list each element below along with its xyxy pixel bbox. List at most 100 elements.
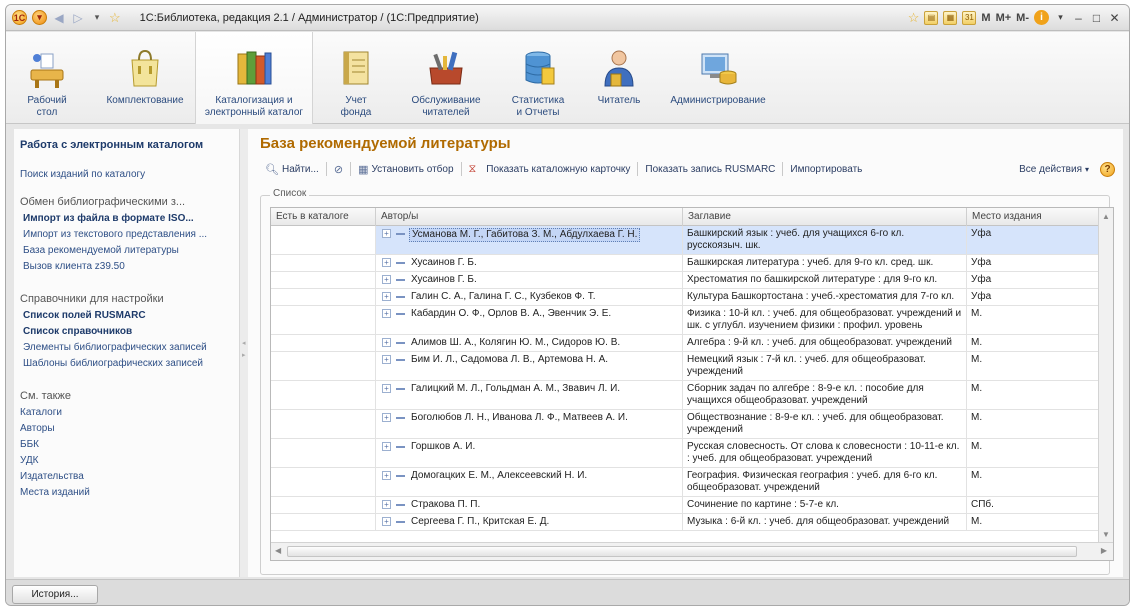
table-row[interactable]: + Кабардин О. Ф., Орлов В. А., Эвенчик Э.… — [271, 306, 1099, 335]
cell-title[interactable]: Сборник задач по алгебре : 8-9-е кл. : п… — [683, 381, 967, 409]
calendar-icon[interactable]: 31 — [962, 10, 977, 25]
nav-link-publishers[interactable]: Издательства — [14, 469, 228, 485]
cell-in-catalog[interactable] — [271, 468, 376, 496]
memory-minus-button[interactable]: M- — [1016, 12, 1029, 24]
cell-place[interactable]: М. — [967, 306, 1099, 334]
show-rusmarc-button[interactable]: Показать запись RUSMARC — [640, 164, 780, 175]
cell-in-catalog[interactable] — [271, 439, 376, 467]
favorites-star-icon[interactable]: ☆ — [109, 10, 121, 26]
cell-authors[interactable]: + Боголюбов Л. Н., Иванова Л. Ф., Матвеев… — [376, 410, 683, 438]
nav-link-udk[interactable]: УДК — [14, 453, 228, 469]
help-icon[interactable]: ? — [1100, 161, 1115, 177]
cell-place[interactable]: М. — [967, 352, 1099, 380]
cell-place[interactable]: СПб. — [967, 497, 1099, 513]
history-dropdown-icon[interactable]: ▾ — [90, 12, 104, 23]
table-row[interactable]: + Сергеева Г. П., Критская Е. Д. Музыка : … — [271, 514, 1099, 531]
scroll-up-arrow-icon[interactable]: ▲ — [1102, 212, 1110, 221]
cell-place[interactable]: Уфа — [967, 255, 1099, 271]
back-arrow-icon[interactable]: ◀ — [52, 11, 66, 25]
expand-icon[interactable]: + — [382, 292, 391, 301]
all-actions-button[interactable]: Все действия ▾ — [1014, 164, 1094, 175]
cell-title[interactable]: Физика : 10-й кл. : учеб. для общеобразо… — [683, 306, 967, 334]
cell-title[interactable]: Сочинение по картине : 5-7-е кл. — [683, 497, 967, 513]
minimize-icon[interactable]: – — [1072, 11, 1085, 25]
memory-plus-button[interactable]: M+ — [996, 12, 1012, 24]
set-filter-button[interactable]: ▦ Установить отбор — [353, 163, 458, 176]
table-row[interactable]: + Горшков А. И. Русская словесность. От сл… — [271, 439, 1099, 468]
cell-authors[interactable]: + Хусаинов Г. Б. — [376, 255, 683, 271]
table-row[interactable]: + Стракова П. П. Сочинение по картине : 5-… — [271, 497, 1099, 514]
cell-title[interactable]: География. Физическая география : учеб. … — [683, 468, 967, 496]
cell-in-catalog[interactable] — [271, 289, 376, 305]
maximize-icon[interactable]: □ — [1090, 11, 1103, 25]
cell-place[interactable]: Уфа — [967, 272, 1099, 288]
cell-in-catalog[interactable] — [271, 335, 376, 351]
cell-in-catalog[interactable] — [271, 514, 376, 530]
nav-group-exchange[interactable]: Обмен библиографическими з... — [14, 196, 185, 208]
table-row[interactable]: + Усманова М. Г., Габитова З. М., Абдулха… — [271, 226, 1099, 255]
expand-icon[interactable]: + — [382, 355, 391, 364]
cell-authors[interactable]: + Горшков А. И. — [376, 439, 683, 467]
table-row[interactable]: + Галин С. А., Галина Г. С., Кузбеков Ф. … — [271, 289, 1099, 306]
cell-in-catalog[interactable] — [271, 497, 376, 513]
cell-place[interactable]: М. — [967, 410, 1099, 438]
panel-splitter[interactable]: ◂ ▸ — [240, 129, 248, 577]
column-header-in-catalog[interactable]: Есть в каталоге — [271, 208, 376, 226]
cell-title[interactable]: Русская словесность. От слова к словесно… — [683, 439, 967, 467]
expand-icon[interactable]: + — [382, 338, 391, 347]
cancel-search-button[interactable]: ⊘ — [329, 163, 348, 176]
section-cataloguing[interactable]: Каталогизация и электронный каталог — [195, 32, 313, 124]
cell-title[interactable]: Алгебра : 9-й кл. : учеб. для общеобразо… — [683, 335, 967, 351]
cell-title[interactable]: Культура Башкортостана : учеб.-хрестомат… — [683, 289, 967, 305]
table-row[interactable]: + Боголюбов Л. Н., Иванова Л. Ф., Матвеев… — [271, 410, 1099, 439]
table-row[interactable]: + Домогацких Е. М., Алексеевский Н. И. Гео… — [271, 468, 1099, 497]
cell-authors[interactable]: + Домогацких Е. М., Алексеевский Н. И. — [376, 468, 683, 496]
cell-authors[interactable]: + Кабардин О. Ф., Орлов В. А., Эвенчик Э.… — [376, 306, 683, 334]
expand-icon[interactable]: + — [382, 413, 391, 422]
nav-link-reference-lists[interactable]: Список справочников — [14, 324, 228, 340]
main-menu-icon[interactable]: ▾ — [32, 10, 47, 25]
import-button[interactable]: Импортировать — [785, 164, 867, 175]
expand-icon[interactable]: + — [382, 309, 391, 318]
section-administration[interactable]: Администрирование — [666, 32, 770, 124]
memory-m-button[interactable]: M — [981, 12, 990, 24]
table-row[interactable]: + Галицкий М. Л., Гольдман А. М., Звавич … — [271, 381, 1099, 410]
cell-authors[interactable]: + Бим И. Л., Садомова Л. В., Артемова Н. … — [376, 352, 683, 380]
expand-icon[interactable]: + — [382, 500, 391, 509]
find-button[interactable]: 🔍︎ Найти... — [260, 163, 324, 176]
section-statistics[interactable]: Статистика и Отчеты — [504, 32, 572, 124]
cell-place[interactable]: М. — [967, 335, 1099, 351]
cell-title[interactable]: Башкирский язык : учеб. для учащихся 6-г… — [683, 226, 967, 254]
calculator-icon[interactable]: ▦ — [943, 10, 958, 25]
nav-link-bbk[interactable]: ББК — [14, 437, 228, 453]
cell-authors[interactable]: + Галицкий М. Л., Гольдман А. М., Звавич … — [376, 381, 683, 409]
section-reader[interactable]: Читатель — [589, 32, 649, 124]
nav-link-record-elements[interactable]: Элементы библиографических записей — [14, 340, 228, 356]
nav-link-catalogs[interactable]: Каталоги — [14, 405, 228, 421]
cell-authors[interactable]: + Усманова М. Г., Габитова З. М., Абдулха… — [376, 226, 683, 254]
close-icon[interactable]: ✕ — [1108, 11, 1121, 25]
nav-link-import-iso[interactable]: Импорт из файла в формате ISO... — [14, 211, 228, 227]
nav-link-recommended-base[interactable]: База рекомендуемой литературы — [14, 243, 228, 259]
column-header-title[interactable]: Заглавие — [683, 208, 967, 226]
forward-arrow-icon[interactable]: ▷ — [71, 11, 85, 25]
add-favorite-icon[interactable]: ☆ — [908, 10, 920, 26]
cell-title[interactable]: Музыка : 6-й кл. : учеб. для общеобразов… — [683, 514, 967, 530]
horizontal-scroll-thumb[interactable] — [287, 546, 1077, 557]
column-header-authors[interactable]: Автор/ы — [376, 208, 683, 226]
section-acquisition[interactable]: Комплектование — [102, 32, 188, 124]
nav-link-z3950[interactable]: Вызов клиента z39.50 — [14, 259, 228, 275]
expand-icon[interactable]: + — [382, 517, 391, 526]
table-row[interactable]: + Хусаинов Г. Б. Башкирская литература : у… — [271, 255, 1099, 272]
clear-filter-button[interactable]: ⧖ — [464, 163, 482, 176]
cell-place[interactable]: М. — [967, 514, 1099, 530]
cell-title[interactable]: Немецкий язык : 7-й кл. : учеб. для обще… — [683, 352, 967, 380]
show-card-button[interactable]: Показать каталожную карточку — [481, 164, 635, 175]
section-desktop[interactable]: Рабочий стол — [18, 32, 76, 124]
info-dropdown-icon[interactable]: ▾ — [1054, 12, 1067, 23]
cell-in-catalog[interactable] — [271, 381, 376, 409]
nav-link-import-text[interactable]: Импорт из текстового представления ... — [14, 227, 228, 243]
cell-authors[interactable]: + Хусаинов Г. Б. — [376, 272, 683, 288]
expand-icon[interactable]: + — [382, 384, 391, 393]
cell-title[interactable]: Башкирская литература : учеб. для 9-го к… — [683, 255, 967, 271]
